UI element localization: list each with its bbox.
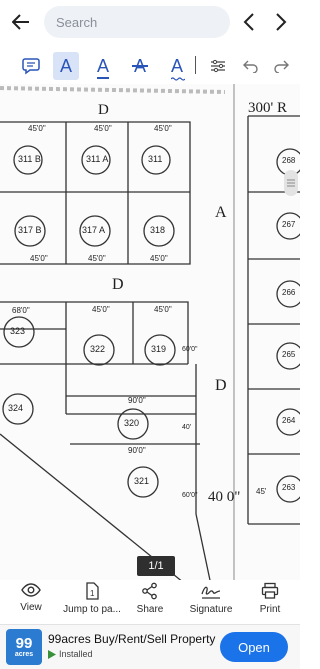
plot-label: 317 A [82,225,106,235]
plot-dimension: 60'0" [182,492,198,499]
plot-label: 320 [124,418,140,428]
plot-label-right: 267 [282,220,296,229]
ad-status-text: Installed [59,649,93,659]
redo-icon [274,60,289,73]
road-label-d: D [112,276,124,293]
comment-icon [22,58,40,75]
redo-button[interactable] [268,52,294,80]
squiggly-underline-icon: A [170,57,185,81]
dimension-label: 40 0" [208,489,241,505]
plot-label: 311 A [86,154,109,164]
jump-label: Jump to pa... [63,604,121,615]
plot-dimension: 90'0" [128,396,146,405]
plot-label-right: 268 [282,156,296,165]
eye-icon [21,583,41,597]
plot-dimension: 45'0" [30,254,48,263]
road-label-top: D [98,102,109,118]
highlight-tool-button[interactable]: A [53,52,79,80]
signature-button[interactable]: Signature [186,582,236,622]
previous-result-button[interactable] [238,10,260,34]
strikethrough-icon: A [131,57,148,75]
plot-dimension: 45'0" [154,305,172,314]
next-result-button[interactable] [270,10,292,34]
ad-install-status: Installed [48,649,93,659]
plot-dimension: 45'0" [154,124,172,133]
plot-label: 323 [10,326,26,336]
search-box[interactable] [44,6,230,38]
site-plan-drawing [0,84,300,624]
plot-dimension: 90'0" [128,446,146,455]
print-label: Print [259,604,281,615]
scroll-handle[interactable] [284,170,298,196]
chevron-left-icon [243,13,254,31]
ad-logo-text: acres [14,650,34,658]
view-label: View [20,602,42,613]
plot-dimension: 60'0" [182,346,198,353]
road-label-a: A [215,204,227,221]
top-app-bar [0,0,300,44]
ad-title: 99acres Buy/Rent/Sell Property [48,632,216,646]
plot-label: 322 [90,344,106,354]
ad-logo-number: 99 [15,634,33,652]
road-label-d-right: D [215,377,227,394]
strikethrough-tool-button[interactable]: A [127,52,153,80]
drag-handle-icon [287,179,295,187]
plot-dimension: 45'0" [94,124,112,133]
plot-dimension: 45'0" [88,254,106,263]
plot-label: 319 [151,344,167,354]
search-input[interactable] [56,14,230,30]
undo-icon [243,60,258,73]
plot-label: 311 [148,154,163,164]
signature-label: Signature [189,604,233,615]
share-button[interactable]: Share [132,582,168,622]
play-store-icon [48,649,56,659]
plot-label: 321 [134,476,150,486]
plot-label: 318 [150,225,166,235]
plot-label-right: 264 [282,416,296,425]
plot-label: 311 B [18,154,41,164]
bottom-toolbar: View 1 Jump to pa... Share Signature Pri… [0,580,300,624]
sliders-icon [211,59,225,73]
ad-open-button[interactable]: Open [220,632,288,662]
plot-dimension: 45'0" [92,305,110,314]
ad-banner[interactable]: 99 acres 99acres Buy/Rent/Sell Property … [0,624,300,669]
document-page[interactable]: D 300' R 311 B 311 A 311 45'0" 45'0" 45'… [0,84,300,624]
road-dimension-top-right: 300' R [248,100,287,116]
share-label: Share [136,604,164,615]
underline-tool-button[interactable]: A [90,52,116,80]
plot-dimension: 45'0" [28,124,46,133]
plot-label: 317 B [18,225,42,235]
plot-dimension: 40' [182,424,192,431]
view-button[interactable]: View [12,582,50,622]
plot-label-right: 266 [282,288,296,297]
print-button[interactable]: Print [254,582,286,622]
annotation-toolbar: A A A A [0,48,300,84]
plot-dimension: 68'0" [12,306,30,315]
settings-button[interactable] [205,52,231,80]
ad-app-logo: 99 acres [6,629,42,665]
svg-text:1: 1 [90,589,95,598]
page-indicator: 1/1 [137,556,175,576]
share-icon [142,582,157,600]
back-arrow-icon [12,14,29,30]
printer-icon [261,582,279,599]
plot-label-right: 265 [282,350,296,359]
underline-icon: A [96,57,109,79]
back-button[interactable] [6,8,36,36]
jump-to-page-button[interactable]: 1 Jump to pa... [60,582,124,622]
plot-label-right: 263 [282,483,296,492]
toolbar-divider [195,56,196,74]
comment-tool-button[interactable] [18,52,44,80]
plot-label: 324 [8,403,24,413]
highlight-icon: A [59,56,72,76]
jump-to-page-icon: 1 [86,582,99,600]
chevron-right-icon [276,13,287,31]
squiggly-tool-button[interactable]: A [164,52,190,81]
signature-icon [201,586,221,599]
undo-button[interactable] [238,52,264,80]
plot-dimension: 45'0" [150,254,168,263]
plot-dimension: 45' [256,487,267,496]
